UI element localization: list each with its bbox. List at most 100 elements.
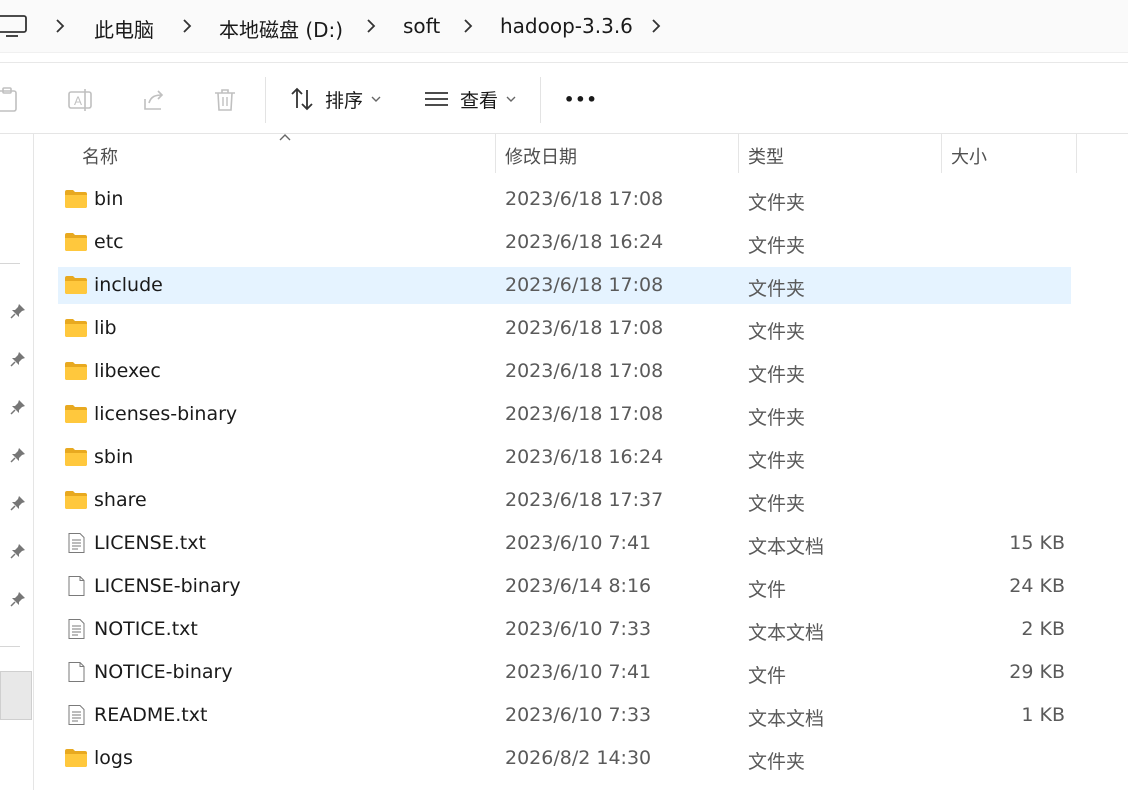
breadcrumb-soft[interactable]: soft <box>403 14 440 38</box>
file-row[interactable]: libexec 2023/6/18 17:08 文件夹 <box>58 353 1071 390</box>
navigation-pane[interactable] <box>0 133 36 790</box>
file-type: 文件夹 <box>748 493 806 515</box>
file-type: 文件 <box>748 665 787 687</box>
file-type: 文件夹 <box>748 450 806 472</box>
column-name[interactable]: 名称 <box>82 143 118 169</box>
pin-icon[interactable] <box>10 303 26 319</box>
folder-icon <box>64 232 88 252</box>
chevron-right-icon[interactable] <box>365 18 377 34</box>
file-row[interactable]: LICENSE.txt 2023/6/10 7:41 文本文档 15 KB <box>58 525 1071 562</box>
this-pc-icon[interactable] <box>0 13 30 39</box>
file-type: 文件夹 <box>748 278 806 300</box>
chevron-right-icon[interactable] <box>54 18 66 34</box>
pin-icon[interactable] <box>10 351 26 367</box>
file-name: libexec <box>94 360 161 382</box>
chevron-right-icon[interactable] <box>462 18 474 34</box>
folder-icon <box>64 748 88 768</box>
sort-button[interactable]: 排序 <box>289 81 381 117</box>
pin-icon[interactable] <box>10 447 26 463</box>
pin-icon[interactable] <box>10 399 26 415</box>
file-row[interactable]: lib 2023/6/18 17:08 文件夹 <box>58 310 1071 347</box>
pin-icon[interactable] <box>10 591 26 607</box>
file-row[interactable]: share 2023/6/18 17:37 文件夹 <box>58 482 1071 519</box>
folder-icon <box>64 189 88 209</box>
file-type: 文件夹 <box>748 235 806 257</box>
folder-icon <box>64 361 88 381</box>
file-size: 29 KB <box>1009 661 1065 683</box>
view-label: 查看 <box>460 89 499 112</box>
column-divider[interactable] <box>941 133 942 173</box>
address-bar[interactable]: 此电脑 本地磁盘 (D:) soft hadoop-3.3.6 <box>0 0 1128 53</box>
file-type: 文件夹 <box>748 192 806 214</box>
file-name: LICENSE-binary <box>94 575 241 597</box>
chevron-right-icon[interactable] <box>181 18 193 34</box>
more-options-button[interactable]: ••• <box>564 81 598 117</box>
folder-icon <box>64 318 88 338</box>
file-date: 2023/6/18 17:37 <box>505 489 664 511</box>
sort-icon <box>291 87 313 111</box>
chevron-down-icon <box>506 96 516 102</box>
file-row[interactable]: licenses-binary 2023/6/18 17:08 文件夹 <box>58 396 1071 433</box>
file-date: 2023/6/14 8:16 <box>505 575 652 597</box>
column-size[interactable]: 大小 <box>951 143 987 169</box>
column-divider[interactable] <box>495 133 496 173</box>
file-date: 2023/6/18 16:24 <box>505 446 664 468</box>
file-row[interactable]: LICENSE-binary 2023/6/14 8:16 文件 24 KB <box>58 568 1071 605</box>
more-options-icon: ••• <box>564 89 598 109</box>
file-row[interactable]: logs 2026/8/2 14:30 文件夹 <box>58 740 1071 777</box>
breadcrumb-local-disk[interactable]: 本地磁盘 (D:) <box>219 14 343 43</box>
file-row[interactable]: include 2023/6/18 17:08 文件夹 <box>58 267 1071 304</box>
file-row[interactable]: bin 2023/6/18 17:08 文件夹 <box>58 181 1071 218</box>
file-date: 2023/6/18 17:08 <box>505 403 664 425</box>
column-date[interactable]: 修改日期 <box>505 143 577 169</box>
paste-icon[interactable] <box>0 87 20 113</box>
toolbar-divider <box>540 77 541 123</box>
file-row[interactable]: README.txt 2023/6/10 7:33 文本文档 1 KB <box>58 697 1071 734</box>
file-date: 2023/6/18 16:24 <box>505 231 664 253</box>
column-divider[interactable] <box>1076 133 1077 173</box>
nav-selected-item[interactable] <box>0 671 32 720</box>
file-date: 2026/8/2 14:30 <box>505 747 652 769</box>
breadcrumb-this-pc[interactable]: 此电脑 <box>94 14 154 43</box>
file-name: share <box>94 489 147 511</box>
folder-icon <box>64 275 88 295</box>
chevron-down-icon <box>371 96 381 102</box>
file-size: 1 KB <box>1021 704 1065 726</box>
file-name: NOTICE-binary <box>94 661 233 683</box>
file-name: etc <box>94 231 124 253</box>
file-name: bin <box>94 188 124 210</box>
delete-icon[interactable] <box>212 87 238 113</box>
file-date: 2023/6/10 7:33 <box>505 704 652 726</box>
file-type: 文件夹 <box>748 321 806 343</box>
column-divider[interactable] <box>738 133 739 173</box>
file-name: NOTICE.txt <box>94 618 198 640</box>
column-type[interactable]: 类型 <box>748 143 784 169</box>
folder-icon <box>64 447 88 467</box>
pin-icon[interactable] <box>10 543 26 559</box>
file-row[interactable]: NOTICE.txt 2023/6/10 7:33 文本文档 2 KB <box>58 611 1071 648</box>
file-date: 2023/6/18 17:08 <box>505 360 664 382</box>
file-name: sbin <box>94 446 134 468</box>
file-type: 文本文档 <box>748 622 825 644</box>
file-date: 2023/6/18 17:08 <box>505 188 664 210</box>
text-file-icon <box>64 705 88 725</box>
chevron-right-icon[interactable] <box>650 18 662 34</box>
file-row[interactable]: NOTICE-binary 2023/6/10 7:41 文件 29 KB <box>58 654 1071 691</box>
file-name: README.txt <box>94 704 208 726</box>
file-date: 2023/6/10 7:41 <box>505 532 652 554</box>
file-name: LICENSE.txt <box>94 532 206 554</box>
file-size: 2 KB <box>1021 618 1065 640</box>
view-button[interactable]: 查看 <box>424 81 516 117</box>
share-icon[interactable] <box>141 87 167 113</box>
rename-icon[interactable]: A <box>68 87 94 113</box>
command-bar: A 排序 查看 ••• <box>0 62 1128 134</box>
breadcrumb-hadoop[interactable]: hadoop-3.3.6 <box>500 14 633 38</box>
file-name: licenses-binary <box>94 403 238 425</box>
sort-ascending-icon <box>279 134 291 141</box>
pin-icon[interactable] <box>10 495 26 511</box>
file-row[interactable]: etc 2023/6/18 16:24 文件夹 <box>58 224 1071 261</box>
file-size: 15 KB <box>1009 532 1065 554</box>
file-row[interactable]: sbin 2023/6/18 16:24 文件夹 <box>58 439 1071 476</box>
nav-pane-border <box>33 133 34 790</box>
file-date: 2023/6/10 7:41 <box>505 661 652 683</box>
